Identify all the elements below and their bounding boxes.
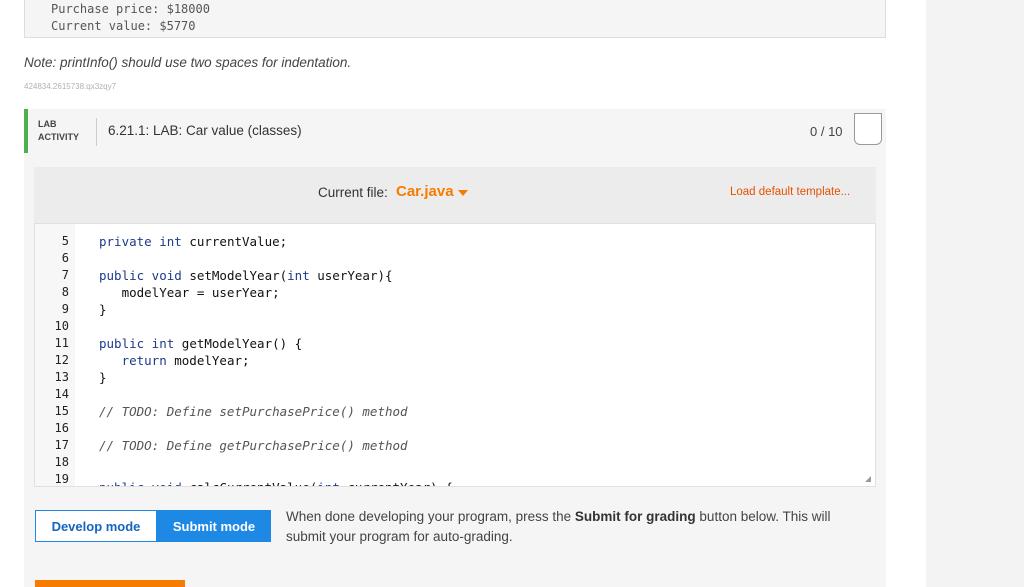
file-bar: Current file: Car.java Load default temp…	[34, 167, 876, 223]
line-number: 18	[54, 455, 69, 469]
current-file-dropdown[interactable]: Car.java	[396, 183, 454, 200]
line-number: 8	[61, 285, 69, 299]
code-editor-panel: Current file: Car.java Load default temp…	[34, 167, 876, 487]
lab-header: LAB ACTIVITY 6.21.1: LAB: Car value (cla…	[24, 109, 886, 153]
code-line: private int currentValue;	[99, 234, 288, 249]
output-line-2: Current value: $5770	[51, 19, 196, 33]
code-line: }	[99, 302, 107, 317]
activity-id: 424834.2615738.qx3zqy7	[24, 82, 117, 91]
code-comment: // TODO: Define getPurchasePrice() metho…	[99, 438, 408, 453]
lab-activity-tag: LAB ACTIVITY	[38, 118, 79, 144]
line-number: 17	[54, 438, 69, 452]
code-comment: // TODO: Define setPurchasePrice() metho…	[99, 404, 408, 419]
line-number: 15	[54, 404, 69, 418]
chevron-down-icon[interactable]	[458, 190, 468, 196]
code-line: public void calcCurrentValue(int current…	[99, 480, 453, 486]
submit-text-bold: Submit for grading	[574, 509, 696, 524]
lab-tag-line-2: ACTIVITY	[38, 132, 80, 142]
code-line: return modelYear;	[121, 353, 250, 368]
score-badge-icon	[854, 113, 882, 145]
code-line: modelYear = userYear;	[99, 285, 280, 300]
submit-instructions: When done developing your program, press…	[286, 507, 856, 547]
load-default-template-link[interactable]: Load default template...	[730, 186, 850, 198]
current-file-label: Current file:	[318, 185, 388, 200]
line-number: 7	[61, 268, 69, 282]
line-number: 14	[54, 387, 69, 401]
line-number: 12	[54, 353, 69, 367]
line-number: 19	[54, 472, 69, 486]
line-number: 9	[61, 302, 69, 316]
lab-tag-line-1: LAB	[38, 119, 57, 129]
line-number-gutter: 5 6 7 8 9 10 11 12 13 14 15 16 17 18 19 …	[35, 224, 75, 486]
line-number: 5	[61, 234, 69, 248]
line-number: 10	[54, 319, 69, 333]
line-number: 16	[54, 421, 69, 435]
expected-output-box: Purchase price: $18000 Current value: $5…	[24, 0, 886, 38]
submit-mode-button[interactable]: Submit mode	[157, 510, 271, 542]
code-editor[interactable]: 5 6 7 8 9 10 11 12 13 14 15 16 17 18 19 …	[34, 223, 876, 487]
lab-title: 6.21.1: LAB: Car value (classes)	[108, 123, 302, 138]
resize-handle-icon[interactable]	[865, 476, 871, 482]
score: 0 / 10	[810, 124, 843, 139]
line-number: 11	[54, 336, 69, 350]
page: Purchase price: $18000 Current value: $5…	[0, 0, 1024, 587]
code-line: public void setModelYear(int userYear){	[99, 268, 393, 283]
line-number: 13	[54, 370, 69, 384]
header-divider	[96, 118, 97, 146]
mode-toggle: Develop mode Submit mode	[35, 510, 271, 542]
indentation-note: Note: printInfo() should use two spaces …	[24, 55, 352, 70]
line-number: 6	[61, 251, 69, 265]
develop-mode-button[interactable]: Develop mode	[35, 510, 157, 542]
right-rail	[926, 0, 1024, 587]
output-line-1: Purchase price: $18000	[51, 2, 210, 16]
lab-activity-card: LAB ACTIVITY 6.21.1: LAB: Car value (cla…	[24, 109, 886, 587]
code-line: public int getModelYear() {	[99, 336, 303, 351]
submit-text-before: When done developing your program, press…	[286, 509, 575, 524]
code-line: }	[99, 370, 107, 385]
submit-for-grading-button[interactable]	[35, 580, 185, 587]
